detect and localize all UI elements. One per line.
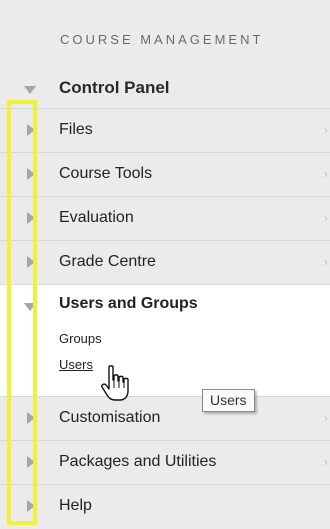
menu-item-help[interactable]: Help xyxy=(0,484,330,529)
chevron-right-icon: › xyxy=(323,210,328,225)
menu-item-label: Packages and Utilities xyxy=(59,453,217,470)
menu-item-label: Grade Centre xyxy=(59,253,156,270)
chevron-right-icon: › xyxy=(323,454,328,469)
control-panel-label: Control Panel xyxy=(59,78,170,97)
users-and-groups-toggle[interactable]: Users and Groups xyxy=(59,295,198,313)
chevron-right-icon: › xyxy=(323,166,328,181)
menu-item-course-tools[interactable]: Course Tools › xyxy=(0,152,330,197)
menu-item-customisation[interactable]: Customisation › xyxy=(0,396,330,441)
menu-item-label: Course Tools xyxy=(59,165,153,182)
chevron-right-icon: › xyxy=(323,410,328,425)
users-tooltip: Users xyxy=(202,389,255,412)
submenu-link-groups[interactable]: Groups xyxy=(59,331,102,346)
course-management-heading: COURSE MANAGEMENT xyxy=(60,32,264,47)
menu-section-users-and-groups: Users and Groups Groups Users xyxy=(0,284,330,397)
yellow-highlight-box xyxy=(7,100,37,525)
menu-item-packages-and-utilities[interactable]: Packages and Utilities › xyxy=(0,440,330,485)
menu-item-label: Files xyxy=(59,121,93,138)
menu-item-files[interactable]: Files › xyxy=(0,108,330,153)
submenu-link-users[interactable]: Users xyxy=(59,357,93,372)
triangle-down-icon xyxy=(24,86,36,94)
hand-pointer-cursor-icon xyxy=(101,365,129,401)
menu-item-label: Help xyxy=(59,497,92,514)
chevron-right-icon: › xyxy=(323,122,328,137)
menu-item-grade-centre[interactable]: Grade Centre › xyxy=(0,240,330,285)
menu-item-label: Customisation xyxy=(59,409,161,426)
menu-item-evaluation[interactable]: Evaluation › xyxy=(0,196,330,241)
menu-item-label: Evaluation xyxy=(59,209,134,226)
chevron-right-icon: › xyxy=(323,254,328,269)
control-panel-toggle[interactable]: Control Panel xyxy=(0,68,330,108)
